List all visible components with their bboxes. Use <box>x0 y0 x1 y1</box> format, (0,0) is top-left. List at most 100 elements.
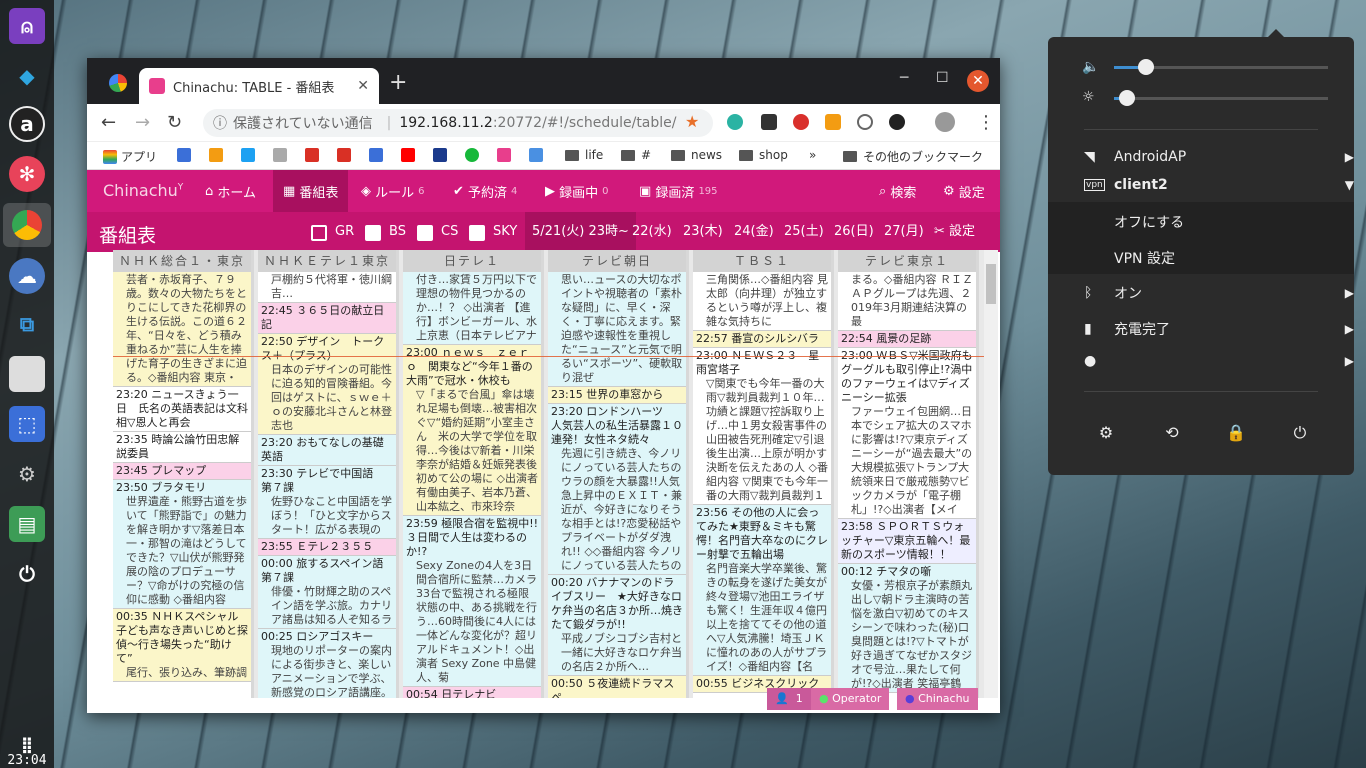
program-cell[interactable]: 23:20 おもてなしの基礎英語 <box>258 435 396 466</box>
bookmark-more[interactable]: » <box>809 148 816 162</box>
day-tab-4[interactable]: 25(土) <box>777 212 831 252</box>
program-cell[interactable]: 00:00 旅するスペイン語 第７課 俳優・竹財輝之助のスペイン語を学ぶ旅。カナリ… <box>258 556 396 629</box>
nav-search[interactable]: ⌕ 検索 <box>869 170 926 212</box>
info-icon[interactable]: ⓘ <box>213 113 227 133</box>
program-cell[interactable]: 23:45 プレマップ <box>113 463 251 480</box>
power-icon[interactable]: ⏻ <box>9 556 45 592</box>
new-tab-button[interactable]: + <box>389 70 407 95</box>
lock-icon[interactable]: 🔒 <box>1226 423 1246 443</box>
day-tab-5[interactable]: 26(日) <box>827 212 881 252</box>
program-cell[interactable]: 23:15 世界の車窓から <box>548 387 686 404</box>
program-cell[interactable]: 22:45 ３６５日の献立日記 <box>258 303 396 334</box>
screenshot-icon[interactable]: ⬚ <box>9 406 45 442</box>
tab-chinachu[interactable]: Chinachu: TABLE - 番組表 ✕ <box>139 68 379 104</box>
program-cell[interactable]: 23:56 その他の人に会ってみた★東野＆ミキも驚愕！名門音大卒なのにクレー射撃… <box>693 505 831 676</box>
kodi-icon[interactable]: ◆ <box>9 58 45 94</box>
checkbox-gr[interactable] <box>311 225 327 241</box>
menu-icon[interactable]: ⋮ <box>977 112 995 133</box>
nav-reserves[interactable]: ✔ 予約済 4 <box>443 170 527 212</box>
nav-home[interactable]: ⌂ ホーム <box>195 170 266 212</box>
back-icon[interactable]: ← <box>101 112 116 133</box>
rss-icon[interactable] <box>825 114 841 130</box>
tweaks-icon[interactable]: ▤ <box>9 506 45 542</box>
program-cell[interactable]: 23:35 時論公論竹田忠解説委員 <box>113 432 251 463</box>
extension-icon[interactable] <box>727 114 743 130</box>
day-tab-1[interactable]: 22(水) <box>625 212 679 252</box>
files-icon[interactable] <box>9 356 45 392</box>
nav-settings[interactable]: ⚙ 設定 <box>933 170 995 212</box>
address-bar[interactable]: ⓘ 保護されていない通信 | 192.168.11.2:20772/#!/sch… <box>203 109 713 137</box>
status-users[interactable]: 👤 1 <box>767 688 811 710</box>
day-tab-0[interactable]: 5/21(火) 23時~ <box>525 212 636 252</box>
bookmark-icons[interactable] <box>177 148 547 162</box>
schedule-settings[interactable]: ✂ 設定 <box>927 212 982 252</box>
bookmark-hash[interactable]: # <box>621 148 651 162</box>
program-cell[interactable]: 00:50 ５夜連続ドラマスペ <box>548 676 686 698</box>
layers-icon[interactable] <box>761 114 777 130</box>
program-cell[interactable]: 23:00 ＮＥＷＳ２３ 星雨宮塔子 ▽関東でも今年一番の大雨▽裁判員裁判１０年…… <box>693 348 831 505</box>
clock-extension-icon[interactable] <box>857 114 873 130</box>
screen-rotation-icon[interactable]: ⟲ <box>1162 423 1182 443</box>
nav-schedule[interactable]: ▦ 番組表 <box>273 170 349 212</box>
settings-icon[interactable]: ⚙ <box>1096 423 1116 443</box>
gnome-icon[interactable] <box>889 114 905 130</box>
checkbox-cs[interactable] <box>417 225 433 241</box>
bookmark-news[interactable]: news <box>671 148 722 162</box>
status-operator[interactable]: ● Operator <box>811 688 890 710</box>
nav-recording[interactable]: ▶ 録画中 0 <box>535 170 619 212</box>
program-cell[interactable]: 芸者・赤坂育子、７９歳。数々の大物たちをとりこにしてきた花柳界の生ける伝説。この… <box>113 272 251 387</box>
battery-item[interactable]: ▮ 充電完了 ▶ <box>1084 321 1354 338</box>
vpn-settings-item[interactable]: VPN 設定 <box>1114 248 1175 268</box>
program-cell[interactable]: 思い…ュースの大切なポイントや視聴者の「素朴な疑問」に、早く・深く・丁寧に応えま… <box>548 272 686 387</box>
wifi-item[interactable]: ◥ AndroidAP ▶ <box>1084 149 1354 165</box>
bookmark-star-icon[interactable]: ★ <box>685 112 699 131</box>
day-tab-6[interactable]: 27(月) <box>877 212 931 252</box>
program-cell[interactable]: まる。◇番組内容 ＲＩＺＡＰグループは先週、２019年3月期連結決算の最 <box>838 272 976 331</box>
nav-rules[interactable]: ◈ ルール 6 <box>351 170 435 212</box>
peppermint-icon[interactable]: ✻ <box>9 156 45 192</box>
program-cell[interactable]: 戸棚約５代将軍・徳川綱吉… <box>258 272 396 303</box>
checkbox-bs[interactable] <box>365 225 381 241</box>
google-icon[interactable] <box>109 74 127 92</box>
profile-avatar[interactable] <box>935 112 955 132</box>
brightness-slider[interactable] <box>1114 90 1328 106</box>
program-cell[interactable]: 00:20 バナナマンのドライブスリー ★大好きなロケ弁当の名店３か所…焼きたて… <box>548 575 686 676</box>
a-icon[interactable]: a <box>9 106 45 142</box>
program-cell[interactable]: 23:58 ＳＰＯＲＴＳウォッチャー▽東京五輪へ！最新のスポーツ情報！！ <box>838 519 976 564</box>
close-window-button[interactable]: ✕ <box>967 70 989 92</box>
power-icon[interactable]: ⏻ <box>1290 423 1310 443</box>
program-cell[interactable]: 23:00 ＷＢＳ▽米国政府もグーグルも取引停止!?渦中のファーウェイは▽ディズ… <box>838 348 976 519</box>
program-cell[interactable]: 00:12 チマタの噺 女優・芳根京子が素顔丸出し▽朝ドラ主演時の苦悩を激白▽初め… <box>838 564 976 693</box>
minimize-button[interactable]: ─ <box>900 70 908 86</box>
program-cell[interactable]: 23:30 テレビで中国語 第７課 佐野ひなこと中国語を学ぼう！「ひと文字からスタ… <box>258 466 396 539</box>
day-tab-3[interactable]: 24(金) <box>727 212 781 252</box>
program-cell[interactable]: 22:50 デザイン トークス＋（プラス） 日本のデザインの可能性に迫る知的冒険番… <box>258 334 396 435</box>
user-item[interactable]: ● ▶ <box>1084 353 1354 369</box>
vpn-off-item[interactable]: オフにする <box>1114 212 1184 232</box>
program-cell[interactable]: 付き…家賃５万円以下で理想の物件見つかるのか…！？ ◇出演者 【進行】ボンビーガ… <box>403 272 541 345</box>
adblock-icon[interactable] <box>793 114 809 130</box>
nav-recorded[interactable]: ▣ 録画済 195 <box>629 170 728 212</box>
status-app[interactable]: ● Chinachu <box>897 688 978 710</box>
bookmark-apps[interactable]: アプリ <box>103 148 157 165</box>
day-tab-2[interactable]: 23(木) <box>676 212 730 252</box>
program-cell[interactable]: 00:35 ＮＨＫスペシャル 子ども声なき声いじめと探偵〜行き場失った“助けて”… <box>113 609 251 682</box>
reload-icon[interactable]: ↻ <box>167 112 182 133</box>
bookmark-shop[interactable]: shop <box>739 148 788 162</box>
chrome-icon[interactable] <box>3 203 51 247</box>
settings-icon[interactable]: ⚙ <box>9 456 45 492</box>
program-cell[interactable]: 23:55 Ｅテレ２３５５ <box>258 539 396 556</box>
program-cell[interactable]: 23:20 ロンドンハーツ 人気芸人の私生活暴露１０連発！女性ネタ続々 先週に引き… <box>548 404 686 575</box>
vpn-item[interactable]: vpn client2 ▼ <box>1084 177 1354 193</box>
program-cell[interactable]: 三角関係…◇番組内容 見太郎（向井理）が独立するという噂が浮上し、複雑な気持ちに <box>693 272 831 331</box>
forward-icon[interactable]: → <box>135 112 150 133</box>
checkbox-sky[interactable] <box>469 225 485 241</box>
program-cell[interactable]: 22:54 風景の足跡 <box>838 331 976 348</box>
cloud-icon[interactable]: ☁ <box>9 258 45 294</box>
vscode-icon[interactable]: ⧉ <box>9 306 45 342</box>
program-cell[interactable]: 23:00 ｎｅｗｓ ｚｅｒｏ 関東など“今年１番の大雨”で冠水・休校も ▽「まる… <box>403 345 541 516</box>
bookmark-life[interactable]: life <box>565 148 603 162</box>
scrollbar[interactable] <box>984 250 998 698</box>
bluetooth-item[interactable]: ᛒ オン ▶ <box>1084 285 1354 302</box>
app-brand[interactable]: ChinachuY <box>103 181 183 200</box>
